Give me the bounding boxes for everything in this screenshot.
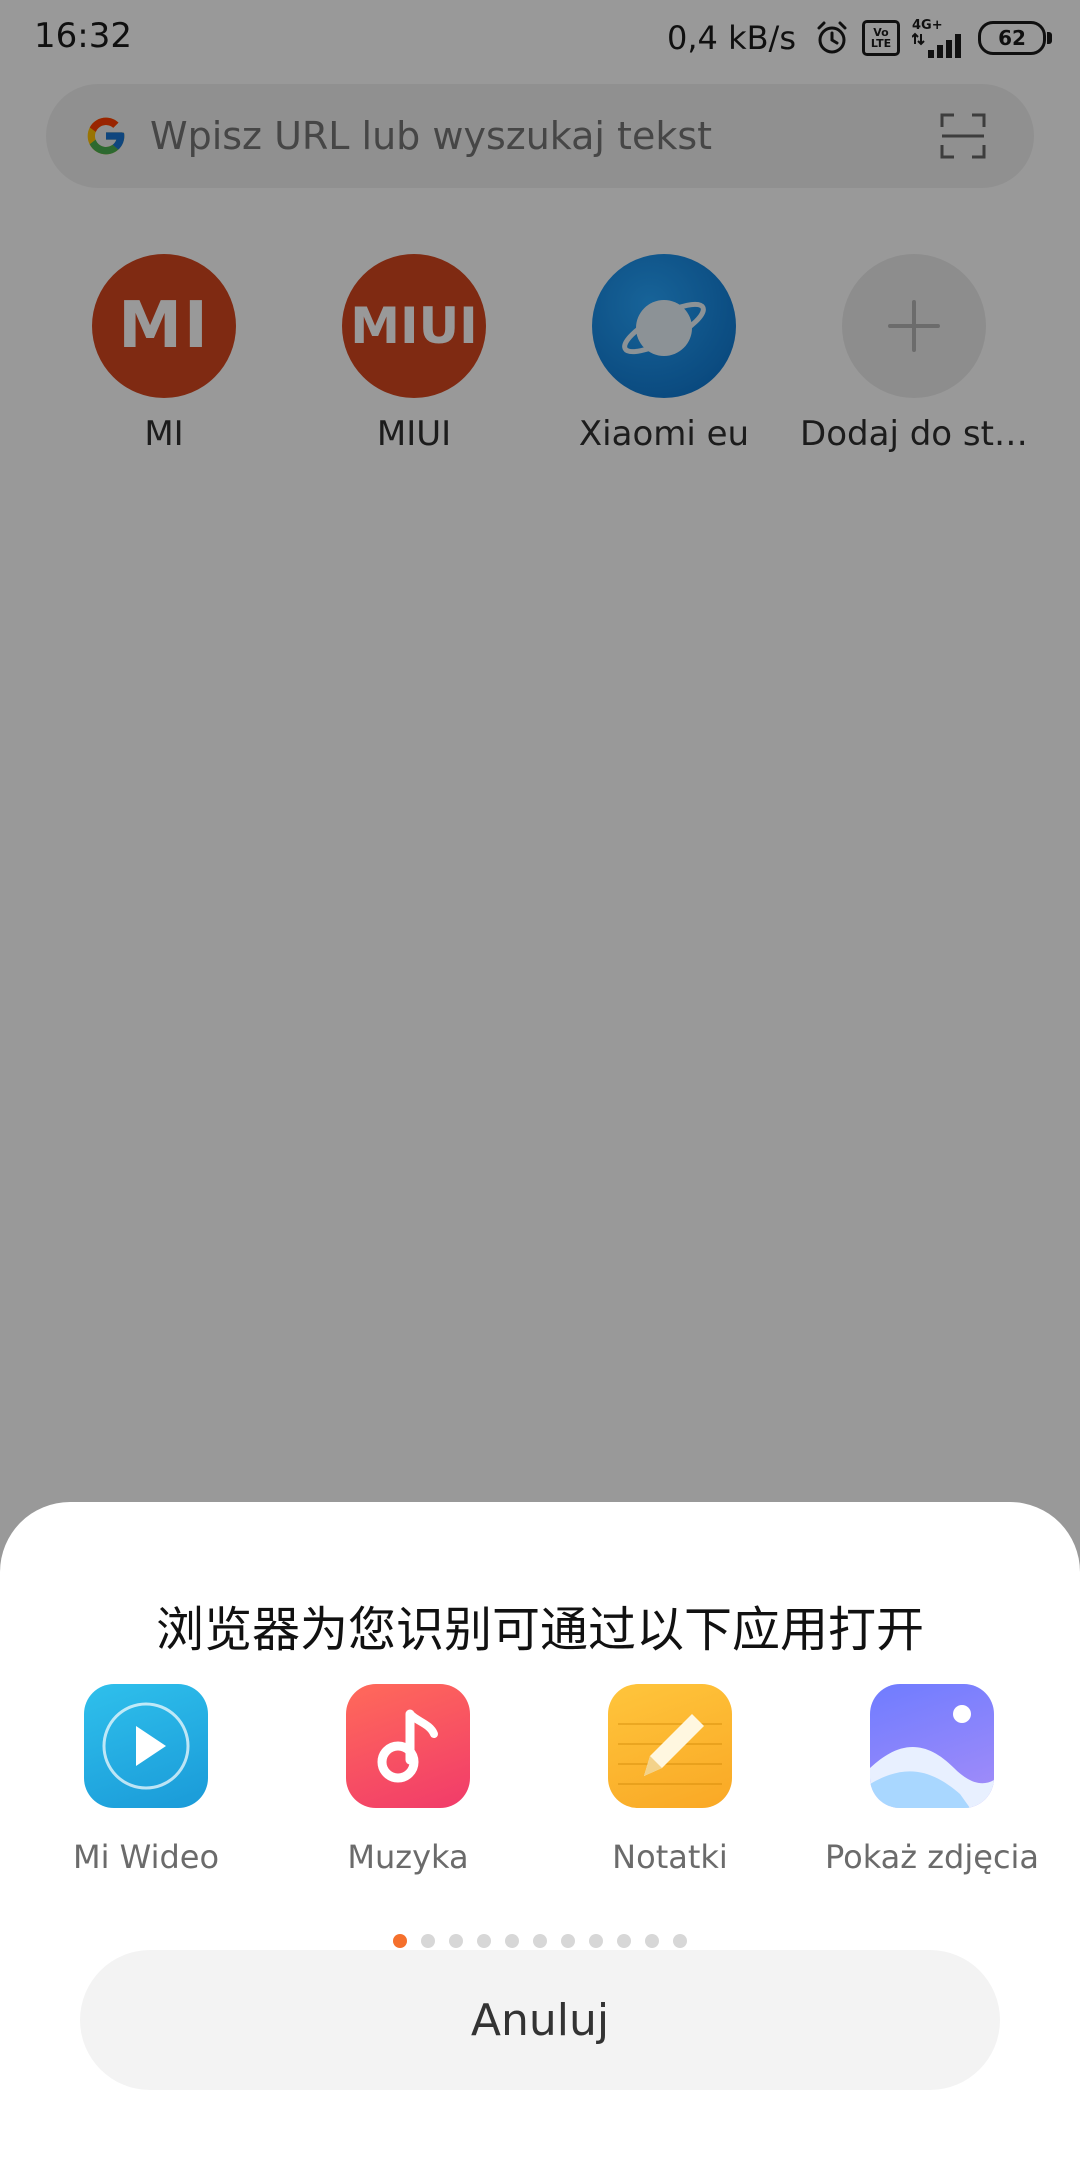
music-note-icon <box>346 1684 470 1808</box>
cancel-button[interactable]: Anuluj <box>80 1950 1000 2090</box>
page-dot <box>589 1934 603 1948</box>
gallery-icon <box>870 1684 994 1808</box>
pencil-icon <box>608 1684 732 1808</box>
play-icon <box>84 1684 208 1808</box>
page-indicator <box>0 1934 1080 1948</box>
app-label: Notatki <box>612 1838 728 1876</box>
open-with-sheet: 浏览器为您识别可通过以下应用打开 Mi Wideo Muzyka Notatki… <box>0 1502 1080 2160</box>
page-dot <box>561 1934 575 1948</box>
page-dot <box>505 1934 519 1948</box>
app-mi-wideo[interactable]: Mi Wideo <box>15 1684 277 1876</box>
app-label: Muzyka <box>347 1838 469 1876</box>
page-dot <box>645 1934 659 1948</box>
page-dot <box>477 1934 491 1948</box>
page-dot <box>617 1934 631 1948</box>
app-label: Mi Wideo <box>72 1838 220 1876</box>
app-label: Pokaż zdjęcia <box>824 1838 1040 1876</box>
page-dot <box>421 1934 435 1948</box>
app-pokaz-zdjecia[interactable]: Pokaż zdjęcia <box>801 1684 1063 1876</box>
page-dot <box>673 1934 687 1948</box>
page-dot <box>533 1934 547 1948</box>
screen: 16:32 0,4 kB/s Vo LTE 4G+ 62 Wpisz URL l… <box>0 0 1080 2160</box>
sheet-title: 浏览器为您识别可通过以下应用打开 <box>155 1602 924 1658</box>
page-dot <box>449 1934 463 1948</box>
page-dot-active <box>393 1934 407 1948</box>
app-notatki[interactable]: Notatki <box>539 1684 801 1876</box>
app-muzyka[interactable]: Muzyka <box>277 1684 539 1876</box>
